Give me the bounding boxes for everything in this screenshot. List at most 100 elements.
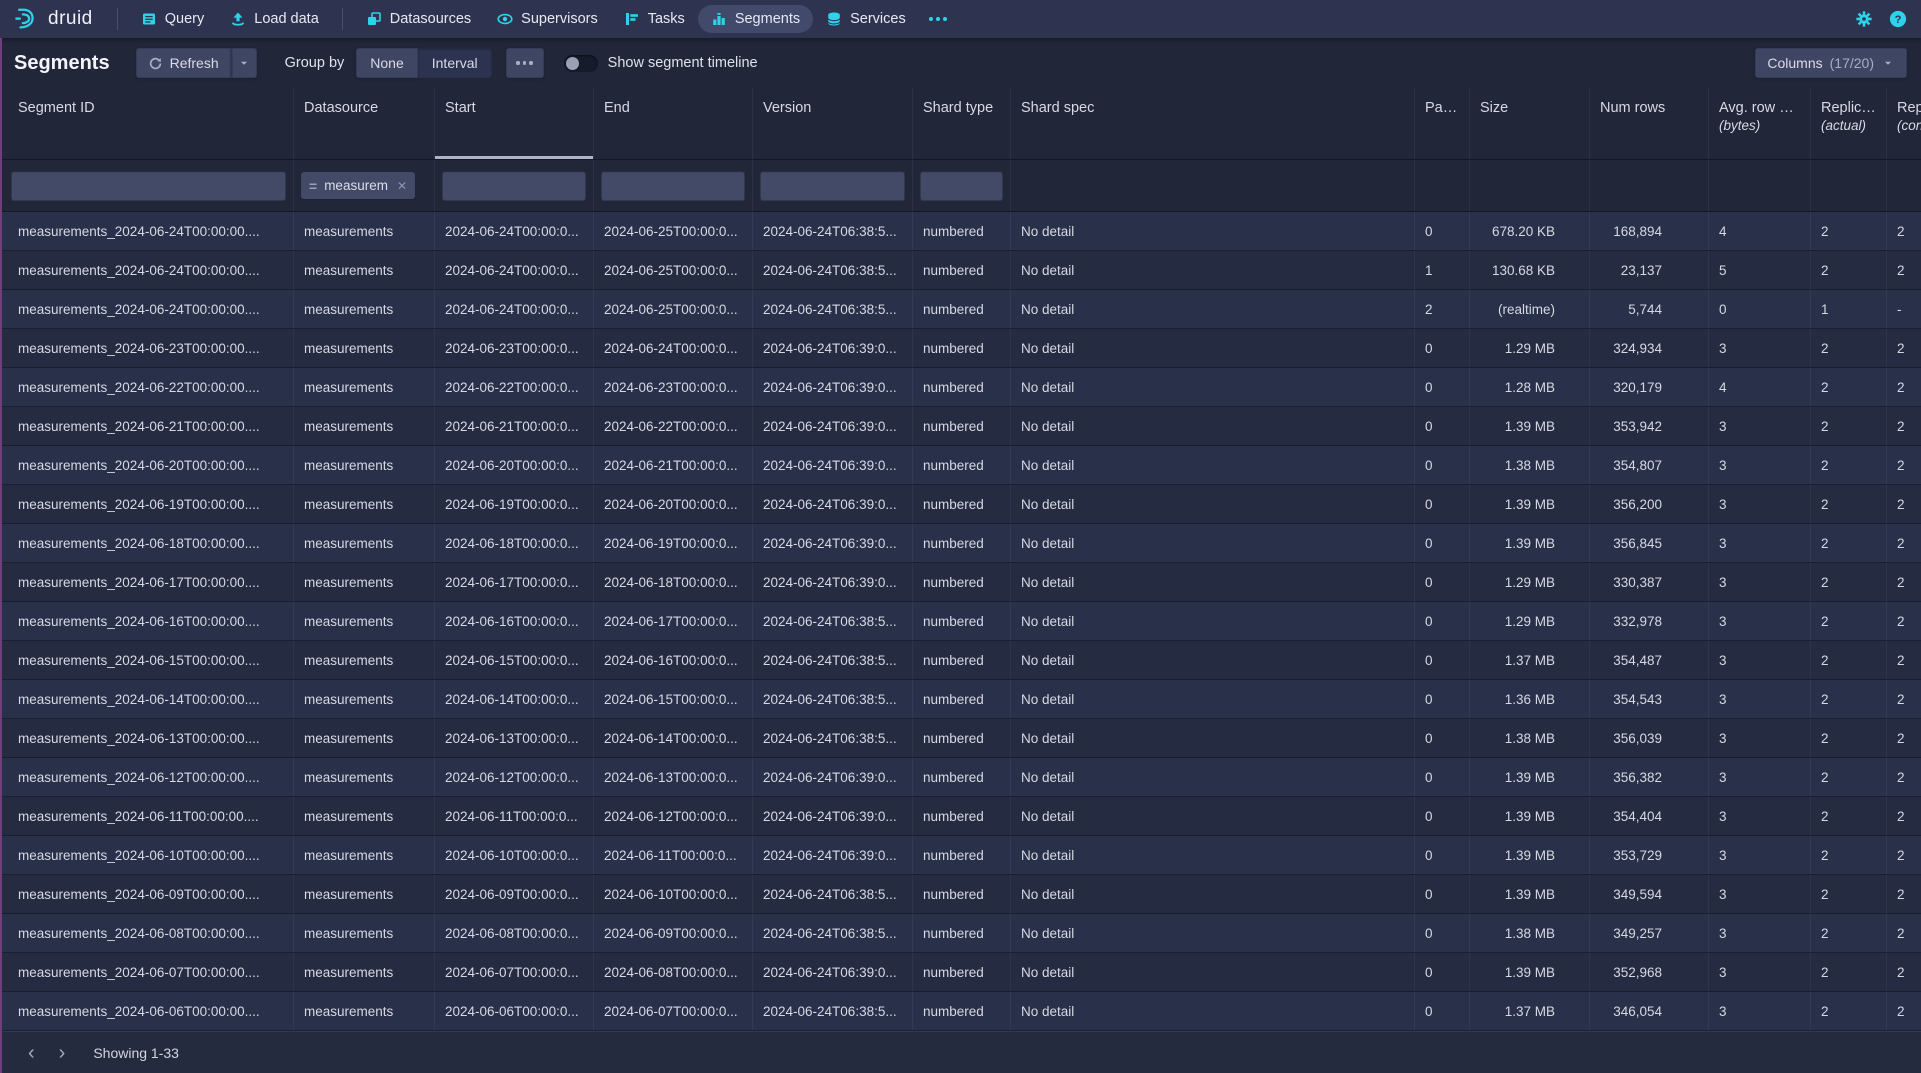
nav-item-tasks[interactable]: Tasks [611,5,698,33]
table-row[interactable]: measurements_2024-06-24T00:00:00....meas… [0,212,1921,251]
column-header-segment-id[interactable]: Segment ID [0,88,294,159]
column-header-partition[interactable]: Partition [1415,88,1470,159]
nav-item-datasources[interactable]: Datasources [353,5,484,33]
column-header-size[interactable]: Size [1470,88,1590,159]
cell-avg-row-size: 5 [1709,251,1811,289]
table-body: measurements_2024-06-24T00:00:00....meas… [0,212,1921,1031]
nav-item-segments[interactable]: Segments [698,5,813,33]
table-row[interactable]: measurements_2024-06-24T00:00:00....meas… [0,290,1921,329]
cell-version: 2024-06-24T06:39:0... [753,446,913,484]
version-filter-input[interactable] [760,171,905,201]
table-row[interactable]: measurements_2024-06-11T00:00:00....meas… [0,797,1921,836]
more-options-button[interactable] [506,48,544,78]
cell-avg-row-size: 3 [1709,797,1811,835]
cell-version: 2024-06-24T06:39:0... [753,797,913,835]
cell-size: 1.39 MB [1470,758,1590,796]
nav-item-load-data[interactable]: Load data [217,5,332,33]
cell-datasource: measurements [294,485,435,523]
cell-partition: 2 [1415,290,1470,328]
prev-page-button[interactable]: ‹ [16,1039,47,1067]
nav-item-services[interactable]: Services [813,5,919,33]
nav-more-button[interactable] [919,11,957,27]
cell-shard-spec: No detail [1011,446,1415,484]
column-header-datasource[interactable]: Datasource [294,88,435,159]
cell-start: 2024-06-09T00:00:0... [435,875,594,913]
gear-icon[interactable] [1855,10,1873,28]
column-header-shard-type[interactable]: Shard type [913,88,1011,159]
filter-row: = measurem ✕ [0,160,1921,212]
table-row[interactable]: measurements_2024-06-24T00:00:00....meas… [0,251,1921,290]
datasource-filter-value: measurem [324,178,388,193]
table-row[interactable]: measurements_2024-06-15T00:00:00....meas… [0,641,1921,680]
cell-segment-id: measurements_2024-06-06T00:00:00.... [0,992,294,1030]
cell-segment-id: measurements_2024-06-22T00:00:00.... [0,368,294,406]
cell-shard-spec: No detail [1011,992,1415,1030]
table-row[interactable]: measurements_2024-06-12T00:00:00....meas… [0,758,1921,797]
cell-replicas: 2 [1811,368,1887,406]
cell-num-rows: 168,894 [1590,212,1709,250]
table-row[interactable]: measurements_2024-06-20T00:00:00....meas… [0,446,1921,485]
cell-end: 2024-06-25T00:00:0... [594,290,753,328]
cell-replication-factor: 2 [1887,719,1921,757]
table-row[interactable]: measurements_2024-06-22T00:00:00....meas… [0,368,1921,407]
cell-num-rows: 356,382 [1590,758,1709,796]
next-page-button[interactable]: › [47,1039,78,1067]
segment-timeline-toggle[interactable] [564,55,598,72]
nav-item-query[interactable]: Query [128,5,218,33]
database-icon [826,11,842,27]
end-filter-input[interactable] [601,171,745,201]
cell-datasource: measurements [294,641,435,679]
columns-label: Columns [1767,55,1822,71]
column-header-avg-row-size[interactable]: Avg. row size(bytes) [1709,88,1811,159]
table-row[interactable]: measurements_2024-06-16T00:00:00....meas… [0,602,1921,641]
table-row[interactable]: measurements_2024-06-21T00:00:00....meas… [0,407,1921,446]
group-by-none-button[interactable]: None [356,48,417,78]
column-header-num-rows[interactable]: Num rows [1590,88,1709,159]
cell-replication-factor: 2 [1887,602,1921,640]
table-row[interactable]: measurements_2024-06-08T00:00:00....meas… [0,914,1921,953]
columns-button[interactable]: Columns (17/20) [1755,48,1907,78]
segment-id-filter-input[interactable] [11,171,286,201]
table-row[interactable]: measurements_2024-06-23T00:00:00....meas… [0,329,1921,368]
cell-replicas: 2 [1811,524,1887,562]
cell-size: 1.39 MB [1470,953,1590,991]
nav-item-supervisors[interactable]: Supervisors [484,5,611,33]
cell-start: 2024-06-07T00:00:0... [435,953,594,991]
column-header-replication-factor[interactable]: Replication factor(configured) [1887,88,1921,159]
start-filter-input[interactable] [442,171,586,201]
column-header-start[interactable]: Start [435,88,594,159]
table-row[interactable]: measurements_2024-06-17T00:00:00....meas… [0,563,1921,602]
cell-version: 2024-06-24T06:39:0... [753,485,913,523]
cell-shard-spec: No detail [1011,212,1415,250]
datasource-filter-chip[interactable]: = measurem ✕ [301,172,415,199]
refresh-label: Refresh [170,55,219,71]
cell-segment-id: measurements_2024-06-08T00:00:00.... [0,914,294,952]
table-row[interactable]: measurements_2024-06-19T00:00:00....meas… [0,485,1921,524]
cell-start: 2024-06-11T00:00:0... [435,797,594,835]
cell-replicas: 2 [1811,563,1887,601]
cell-shard-spec: No detail [1011,407,1415,445]
shard-type-filter-input[interactable] [920,171,1003,201]
group-by-interval-button[interactable]: Interval [418,48,492,78]
cell-shard-type: numbered [913,875,1011,913]
druid-logo[interactable]: druid [14,6,93,32]
help-icon[interactable]: ? [1889,10,1907,28]
table-row[interactable]: measurements_2024-06-14T00:00:00....meas… [0,680,1921,719]
table-row[interactable]: measurements_2024-06-13T00:00:00....meas… [0,719,1921,758]
table-row[interactable]: measurements_2024-06-06T00:00:00....meas… [0,992,1921,1031]
table-row[interactable]: measurements_2024-06-10T00:00:00....meas… [0,836,1921,875]
cell-start: 2024-06-22T00:00:0... [435,368,594,406]
refresh-caret-button[interactable] [231,48,257,78]
table-row[interactable]: measurements_2024-06-18T00:00:00....meas… [0,524,1921,563]
table-row[interactable]: measurements_2024-06-07T00:00:00....meas… [0,953,1921,992]
datasources-icon [366,11,382,27]
column-header-replicas[interactable]: Replicas(actual) [1811,88,1887,159]
table-row[interactable]: measurements_2024-06-09T00:00:00....meas… [0,875,1921,914]
close-icon[interactable]: ✕ [395,179,407,193]
column-header-end[interactable]: End [594,88,753,159]
cell-version: 2024-06-24T06:38:5... [753,212,913,250]
cell-num-rows: 353,942 [1590,407,1709,445]
refresh-button[interactable]: Refresh [136,48,231,78]
column-header-version[interactable]: Version [753,88,913,159]
column-header-shard-spec[interactable]: Shard spec [1011,88,1415,159]
